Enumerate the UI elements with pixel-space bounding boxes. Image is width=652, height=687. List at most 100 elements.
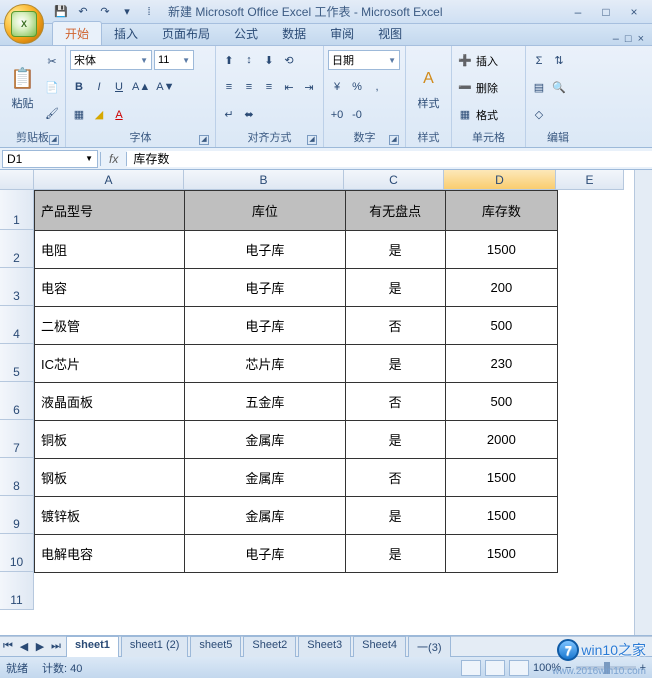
copy-button[interactable]: 📄 (43, 77, 61, 97)
sheet-tab[interactable]: 一(3) (408, 636, 450, 657)
merge-center-button[interactable]: ⬌ (240, 105, 258, 125)
table-cell[interactable]: 是 (345, 497, 445, 535)
align-bottom-button[interactable]: ⬇ (260, 50, 278, 70)
currency-button[interactable]: ¥ (328, 77, 346, 97)
close-button[interactable]: × (620, 2, 648, 22)
table-cell[interactable]: 500 (445, 383, 557, 421)
table-cell[interactable]: 芯片库 (185, 345, 345, 383)
table-cell[interactable]: 否 (345, 459, 445, 497)
data-table[interactable]: 产品型号库位有无盘点库存数电阻电子库是1500电容电子库是200二极管电子库否5… (34, 190, 558, 573)
tab-insert[interactable]: 插入 (102, 22, 150, 45)
format-painter-button[interactable]: 🖌 (43, 104, 61, 124)
name-box[interactable]: D1▼ (2, 150, 98, 168)
table-cell[interactable]: 五金库 (185, 383, 345, 421)
table-cell[interactable]: 钢板 (35, 459, 185, 497)
orientation-button[interactable]: ⟲ (280, 50, 298, 70)
sort-filter-button[interactable]: ⇅ (550, 51, 568, 71)
table-cell[interactable]: 1500 (445, 459, 557, 497)
table-cell[interactable]: 电容 (35, 269, 185, 307)
row-header-4[interactable]: 4 (0, 306, 34, 344)
fill-color-button[interactable]: ◢ (90, 105, 108, 125)
cut-button[interactable]: ✂ (43, 51, 61, 71)
table-row[interactable]: 电解电容电子库是1500 (35, 535, 558, 573)
font-dialog-launcher[interactable]: ◢ (199, 135, 209, 145)
indent-dec-button[interactable]: ⇤ (280, 77, 298, 97)
view-normal-button[interactable] (461, 660, 481, 676)
save-icon[interactable]: 💾 (52, 3, 70, 21)
table-row[interactable]: 二极管电子库否500 (35, 307, 558, 345)
align-center-button[interactable]: ≡ (240, 77, 258, 97)
table-cell[interactable]: 铜板 (35, 421, 185, 459)
row-header-3[interactable]: 3 (0, 268, 34, 306)
font-name-combo[interactable]: 宋体▼ (70, 50, 152, 70)
table-cell[interactable]: 镀锌板 (35, 497, 185, 535)
table-cell[interactable]: 230 (445, 345, 557, 383)
row-header-9[interactable]: 9 (0, 496, 34, 534)
align-middle-button[interactable]: ↕ (240, 50, 258, 70)
column-header-D[interactable]: D (444, 170, 556, 190)
table-cell[interactable]: 电子库 (185, 535, 345, 573)
sheet-nav-next[interactable]: ▶ (32, 640, 48, 653)
table-cell[interactable]: 电子库 (185, 231, 345, 269)
font-grow-button[interactable]: A▲ (130, 77, 152, 97)
fx-button[interactable]: fx (100, 152, 127, 166)
tab-review[interactable]: 审阅 (318, 22, 366, 45)
row-header-1[interactable]: 1 (0, 190, 34, 230)
row-header-7[interactable]: 7 (0, 420, 34, 458)
undo-icon[interactable]: ↶ (74, 3, 92, 21)
table-cell[interactable]: 是 (345, 535, 445, 573)
number-dialog-launcher[interactable]: ◢ (389, 135, 399, 145)
table-row[interactable]: 镀锌板金属库是1500 (35, 497, 558, 535)
view-pagelayout-button[interactable] (485, 660, 505, 676)
table-cell[interactable]: 200 (445, 269, 557, 307)
table-cell[interactable]: 电子库 (185, 307, 345, 345)
comma-button[interactable]: , (368, 77, 386, 97)
worksheet-grid[interactable]: ABCDE 1234567891011 产品型号库位有无盘点库存数电阻电子库是1… (0, 170, 652, 636)
font-shrink-button[interactable]: A▼ (154, 77, 176, 97)
table-cell[interactable]: 液晶面板 (35, 383, 185, 421)
table-row[interactable]: 液晶面板五金库否500 (35, 383, 558, 421)
delete-cells-button[interactable]: ➖ (456, 78, 474, 98)
sheet-tab[interactable]: Sheet2 (243, 636, 296, 657)
clear-button[interactable]: ◇ (530, 105, 548, 125)
table-row[interactable]: 电阻电子库是1500 (35, 231, 558, 269)
sheet-tab[interactable]: sheet1 (66, 636, 119, 657)
sheet-nav-prev[interactable]: ◀ (16, 640, 32, 653)
wrap-text-button[interactable]: ↵ (220, 105, 238, 125)
sheet-tab[interactable]: sheet5 (190, 636, 241, 657)
align-left-button[interactable]: ≡ (220, 77, 238, 97)
column-header-C[interactable]: C (344, 170, 444, 190)
tab-formulas[interactable]: 公式 (222, 22, 270, 45)
table-cell[interactable]: 金属库 (185, 497, 345, 535)
font-color-button[interactable]: A (110, 105, 128, 125)
doc-minimize-button[interactable]: – (613, 33, 619, 45)
table-cell[interactable]: 电解电容 (35, 535, 185, 573)
column-header-B[interactable]: B (184, 170, 344, 190)
tab-home[interactable]: 开始 (52, 21, 102, 45)
table-header[interactable]: 库存数 (445, 191, 557, 231)
align-top-button[interactable]: ⬆ (220, 50, 238, 70)
table-cell[interactable]: 是 (345, 231, 445, 269)
sheet-tab[interactable]: sheet1 (2) (121, 636, 189, 657)
table-cell[interactable]: 金属库 (185, 459, 345, 497)
autosum-button[interactable]: Σ (530, 51, 548, 71)
table-cell[interactable]: 否 (345, 307, 445, 345)
table-cell[interactable]: IC芯片 (35, 345, 185, 383)
paste-button[interactable]: 📋 粘贴 (4, 48, 41, 127)
formula-input[interactable] (127, 151, 652, 167)
doc-restore-button[interactable]: □ (625, 33, 632, 45)
italic-button[interactable]: I (90, 77, 108, 97)
bold-button[interactable]: B (70, 77, 88, 97)
fill-button[interactable]: ▤ (530, 78, 548, 98)
format-cells-button[interactable]: ▦ (456, 105, 474, 125)
row-header-6[interactable]: 6 (0, 382, 34, 420)
styles-button[interactable]: A 样式 (410, 48, 447, 127)
table-cell[interactable]: 是 (345, 269, 445, 307)
number-format-combo[interactable]: 日期▼ (328, 50, 400, 70)
sheet-tab[interactable]: Sheet3 (298, 636, 351, 657)
table-cell[interactable]: 1500 (445, 535, 557, 573)
tab-pagelayout[interactable]: 页面布局 (150, 22, 222, 45)
insert-cells-button[interactable]: ➕ (456, 51, 474, 71)
decrease-decimal-button[interactable]: -0 (348, 105, 366, 125)
table-cell[interactable]: 1500 (445, 497, 557, 535)
